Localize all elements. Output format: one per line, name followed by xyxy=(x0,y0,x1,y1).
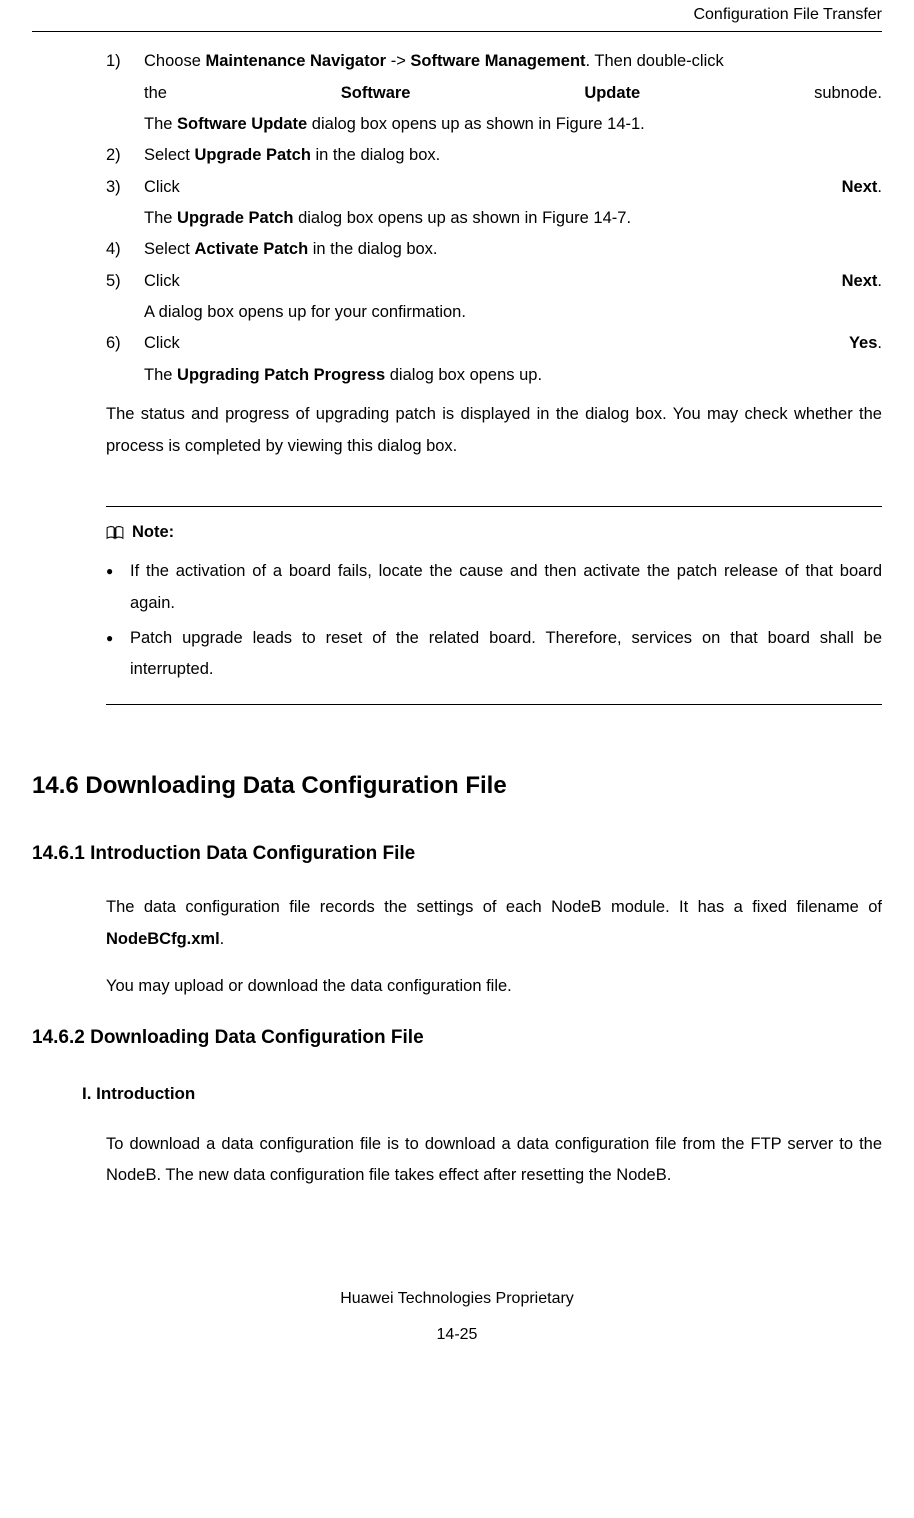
step-body: Click Next. The Upgrade Patch dialog box… xyxy=(144,172,882,235)
step-number: 6) xyxy=(106,328,144,391)
header-title: Configuration File Transfer xyxy=(693,6,882,23)
heading-introduction: I. Introduction xyxy=(82,1078,882,1110)
step-body: Choose Maintenance Navigator -> Software… xyxy=(144,46,882,140)
note-bullet-1: ● If the activation of a board fails, lo… xyxy=(106,556,882,619)
note-bullet-2: ● Patch upgrade leads to reset of the re… xyxy=(106,623,882,686)
step-number: 1) xyxy=(106,46,144,140)
intro-para-1: The data configuration file records the … xyxy=(106,892,882,955)
footer-page-number: 14-25 xyxy=(32,1317,882,1352)
bullet-icon: ● xyxy=(106,623,130,686)
step-body: Select Upgrade Patch in the dialog box. xyxy=(144,140,882,171)
step-number: 3) xyxy=(106,172,144,235)
note-header: Note: xyxy=(106,517,882,548)
step-2: 2) Select Upgrade Patch in the dialog bo… xyxy=(106,140,882,171)
note-block: Note: ● If the activation of a board fai… xyxy=(106,506,882,705)
step-6: 6) Click Yes. The Upgrading Patch Progre… xyxy=(106,328,882,391)
steps-block: 1) Choose Maintenance Navigator -> Softw… xyxy=(106,46,882,461)
download-para: To download a data configuration file is… xyxy=(106,1129,882,1192)
intro-para-2: You may upload or download the data conf… xyxy=(106,971,882,1002)
page-footer: Huawei Technologies Proprietary 14-25 xyxy=(32,1281,882,1351)
summary-para: The status and progress of upgrading pat… xyxy=(106,399,882,462)
step-body: Click Yes. The Upgrading Patch Progress … xyxy=(144,328,882,391)
step-number: 4) xyxy=(106,234,144,265)
step-body: Select Activate Patch in the dialog box. xyxy=(144,234,882,265)
step-4: 4) Select Activate Patch in the dialog b… xyxy=(106,234,882,265)
heading-14-6: 14.6 Downloading Data Configuration File xyxy=(32,763,882,809)
bullet-icon: ● xyxy=(106,556,130,619)
step-3: 3) Click Next. The Upgrade Patch dialog … xyxy=(106,172,882,235)
book-icon xyxy=(106,526,124,540)
step-5: 5) Click Next. A dialog box opens up for… xyxy=(106,266,882,329)
heading-14-6-2: 14.6.2 Downloading Data Configuration Fi… xyxy=(32,1020,882,1056)
footer-proprietary: Huawei Technologies Proprietary xyxy=(32,1281,882,1316)
note-label: Note: xyxy=(132,517,174,548)
step-body: Click Next. A dialog box opens up for yo… xyxy=(144,266,882,329)
heading-14-6-1: 14.6.1 Introduction Data Configuration F… xyxy=(32,836,882,872)
step-number: 2) xyxy=(106,140,144,171)
page-header: Configuration File Transfer xyxy=(32,0,882,32)
step-number: 5) xyxy=(106,266,144,329)
step-1: 1) Choose Maintenance Navigator -> Softw… xyxy=(106,46,882,140)
